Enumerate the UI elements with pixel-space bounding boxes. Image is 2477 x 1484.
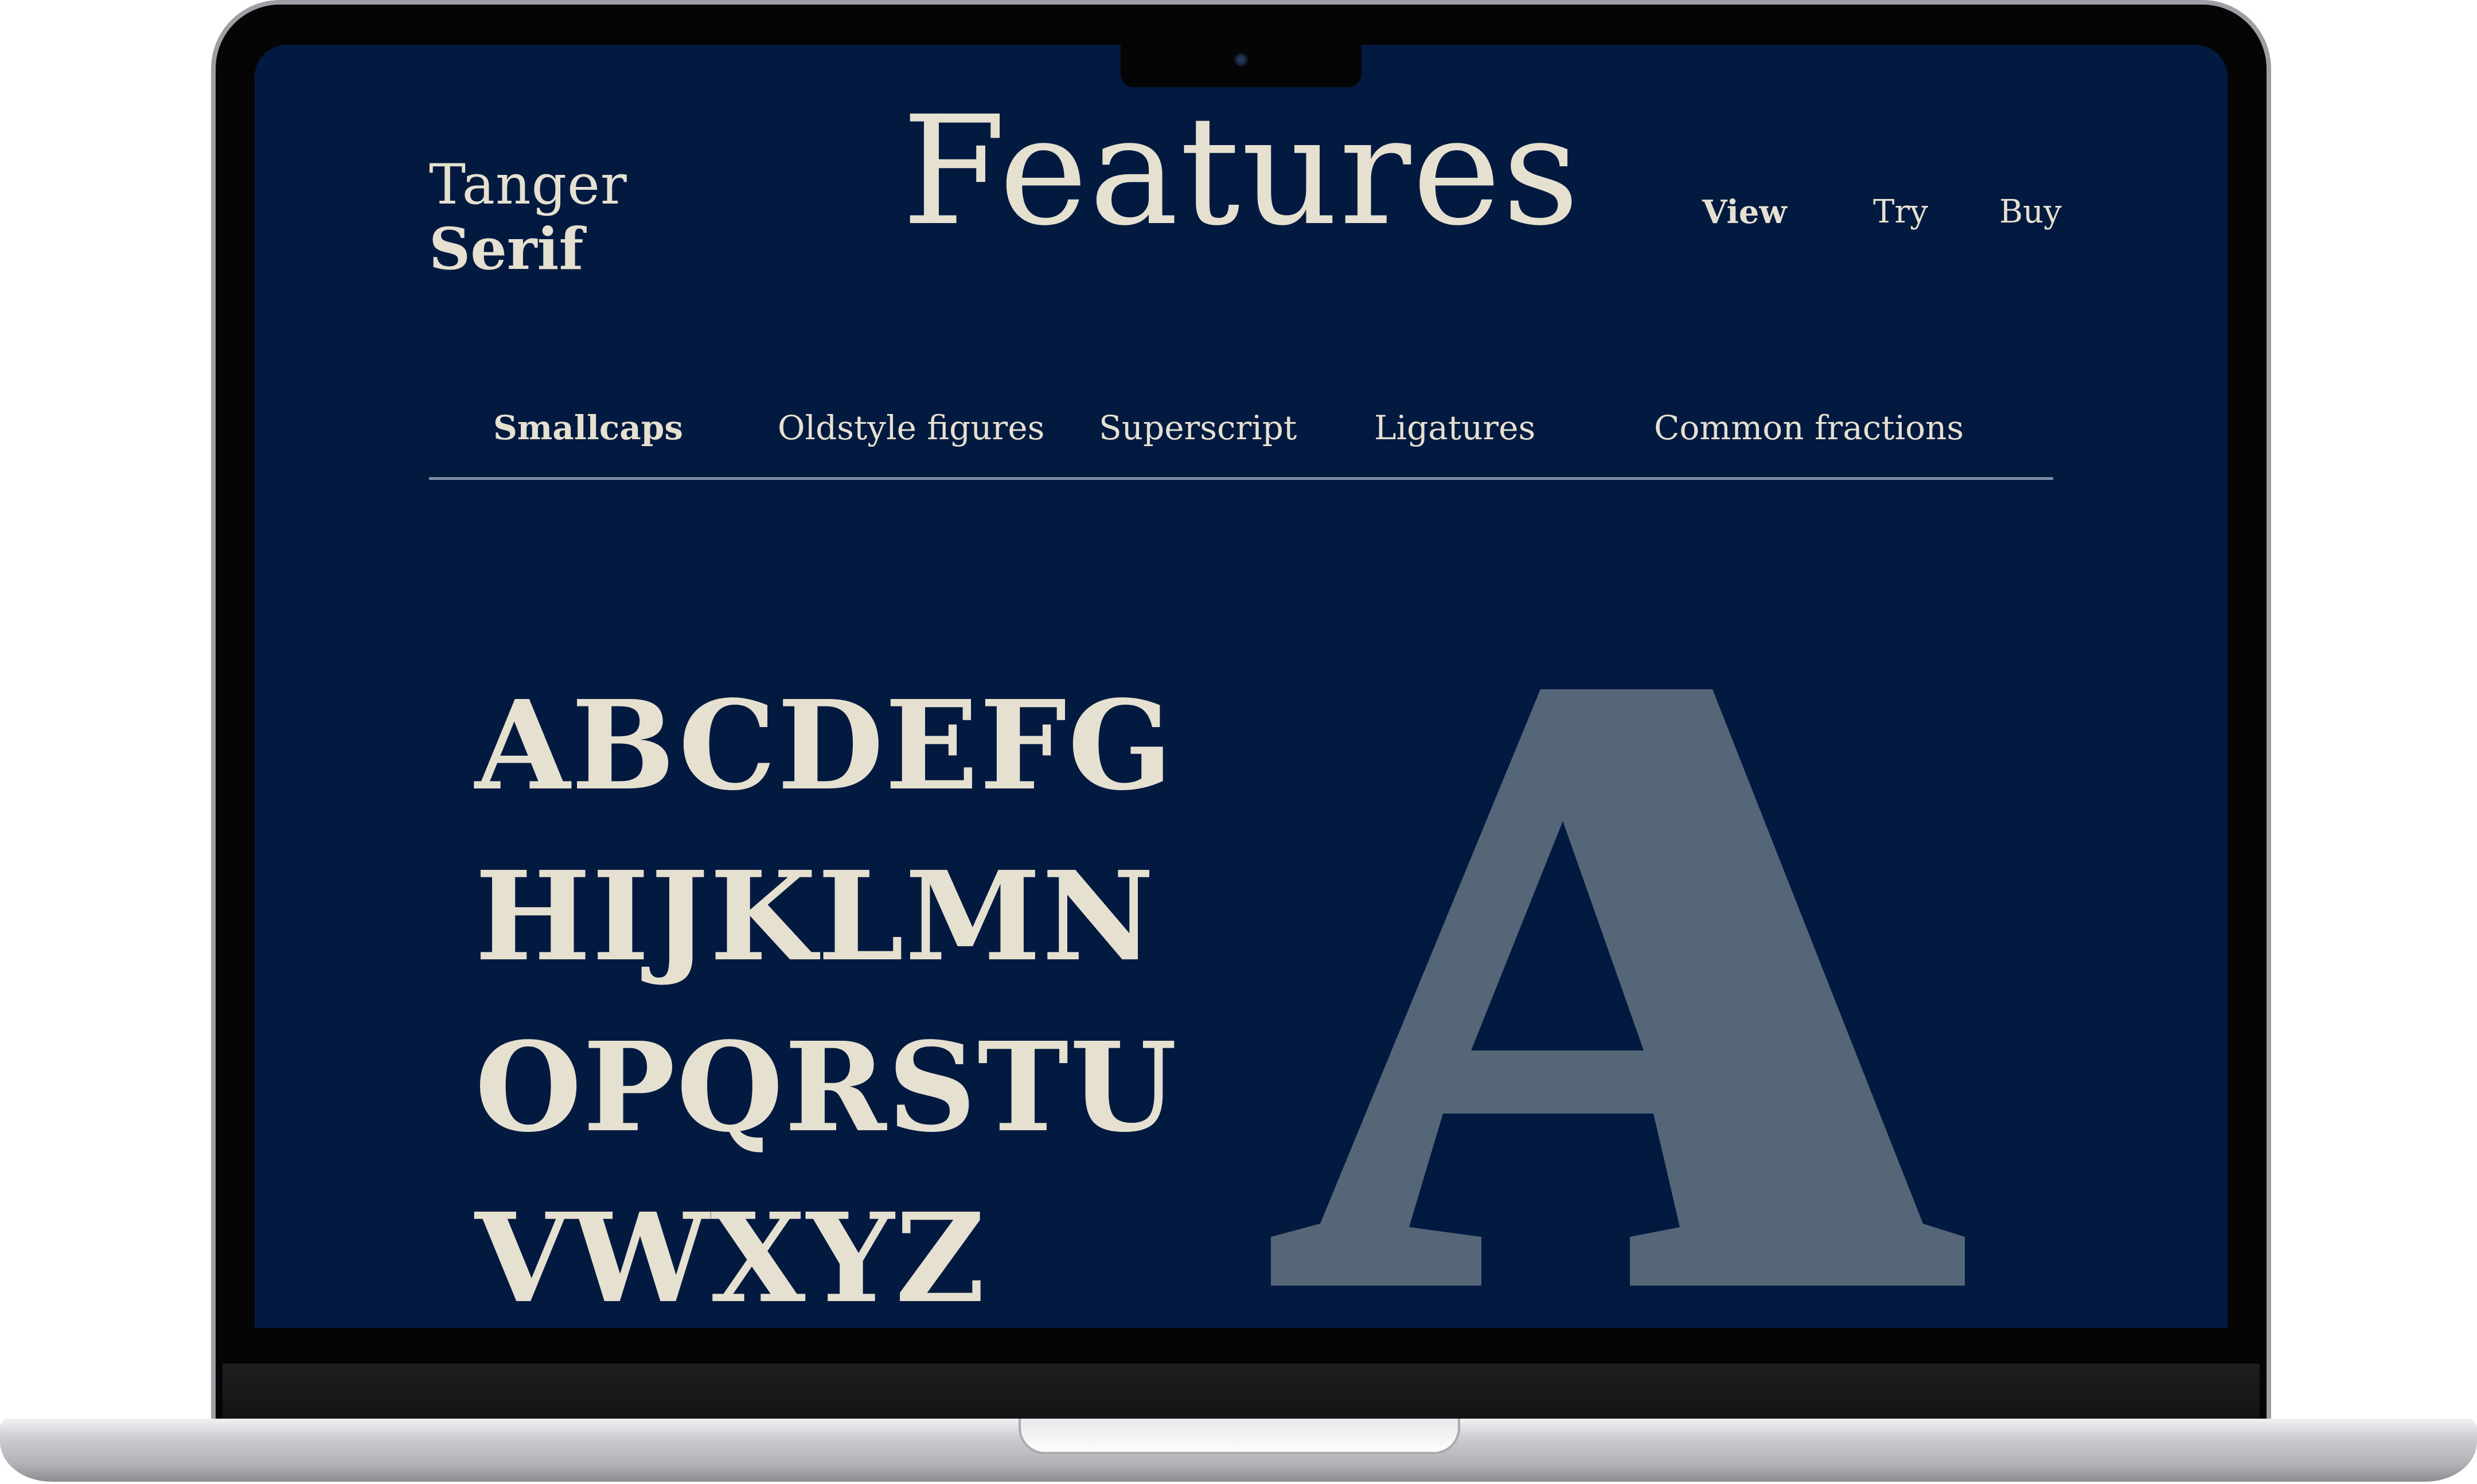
nav-view-link[interactable]: View xyxy=(1702,189,1787,235)
specimen-row: OPQRSTU xyxy=(475,1016,1179,1159)
tab-common-fractions[interactable]: Common fractions xyxy=(1654,405,1964,451)
tab-superscript[interactable]: Superscript xyxy=(1099,405,1297,451)
camera-icon xyxy=(1234,53,1248,67)
smallcaps-specimen: ABCDEFG HIJKLMN OPQRSTU VWXYZ xyxy=(475,661,1179,1328)
nav-try-link[interactable]: Try xyxy=(1873,189,1928,235)
tab-smallcaps[interactable]: Smallcaps xyxy=(493,405,683,451)
specimen-row: ABCDEFG xyxy=(475,674,1174,818)
large-glyph-preview xyxy=(1271,689,1965,1286)
feature-tabs: Smallcaps Oldstyle figures Superscript L… xyxy=(429,391,2053,480)
laptop-screen-bezel-bottom xyxy=(223,1364,2260,1424)
specimen-row: HIJKLMN xyxy=(475,845,1156,989)
tab-ligatures[interactable]: Ligatures xyxy=(1374,405,1535,451)
laptop-opening-notch xyxy=(1019,1419,1460,1454)
large-glyph-a xyxy=(1271,689,1965,1286)
tab-oldstyle-figures[interactable]: Oldstyle figures xyxy=(778,405,1044,451)
laptop-screen: Tanger Serif Features View Try Buy Small… xyxy=(255,45,2228,1328)
specimen-row: VWXYZ xyxy=(475,1186,986,1328)
camera-notch xyxy=(1121,45,1362,87)
top-nav: View Try Buy xyxy=(255,189,2228,235)
nav-buy-link[interactable]: Buy xyxy=(1999,189,2062,235)
